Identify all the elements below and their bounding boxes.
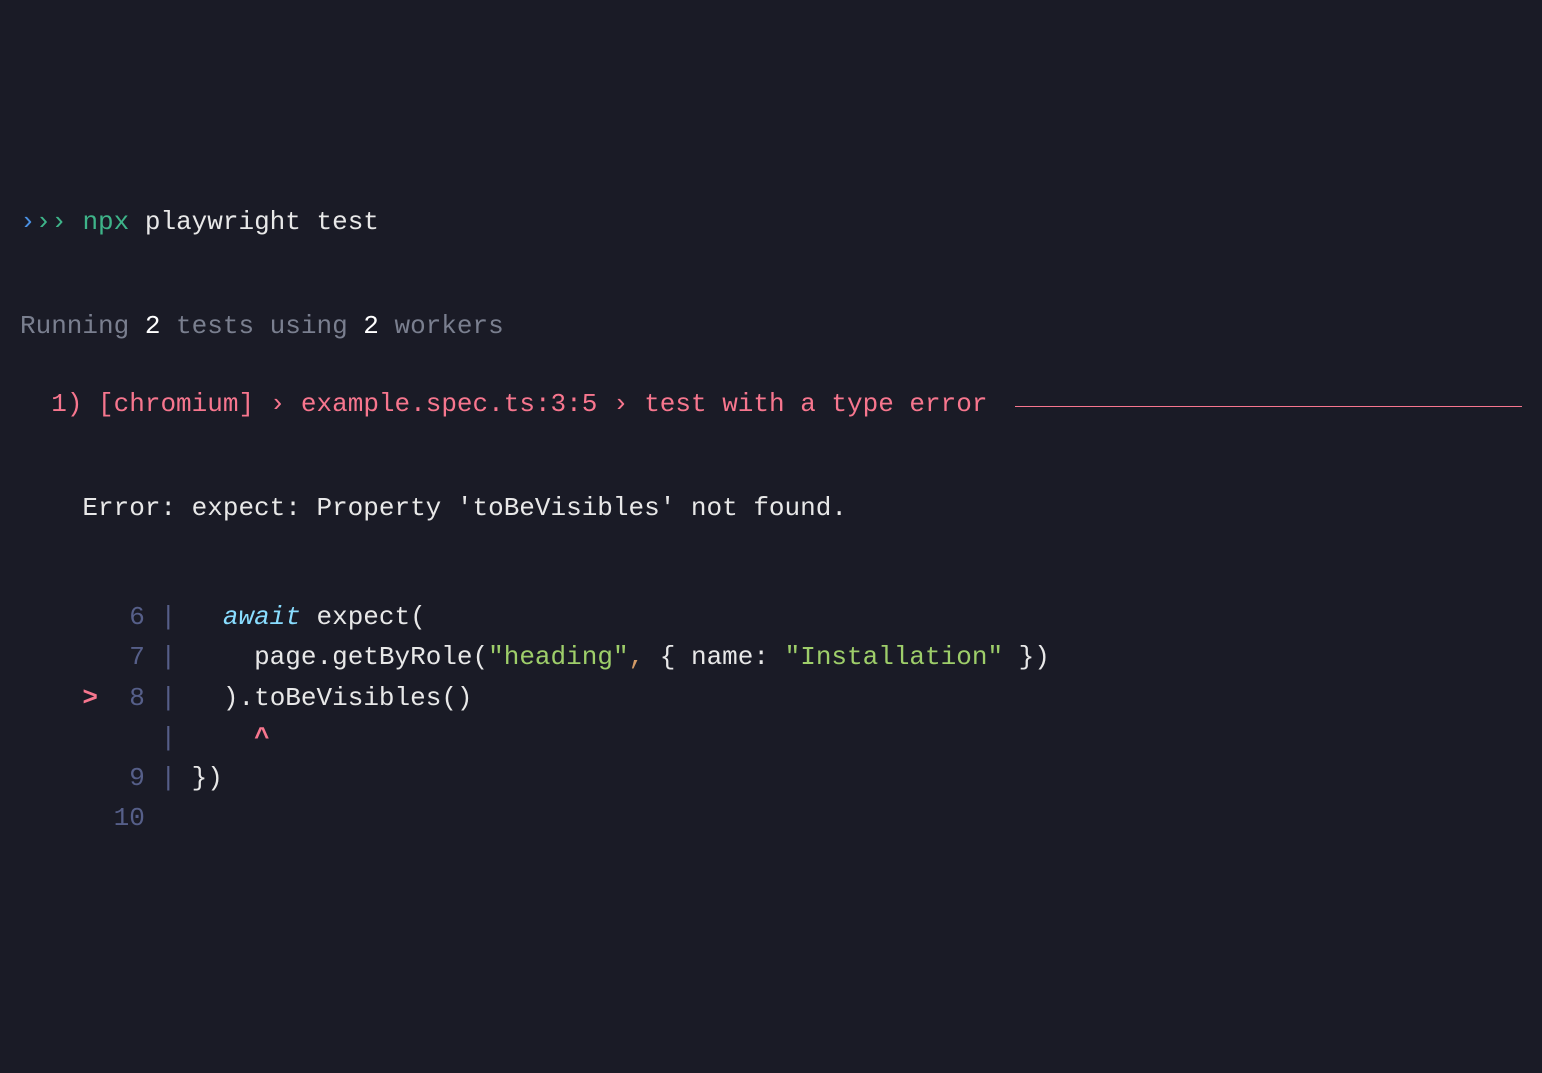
status-mid: tests using: [160, 311, 363, 341]
separator-line: [1015, 406, 1522, 407]
gutter-pipe: |: [160, 683, 176, 713]
failure-index: 1): [51, 389, 82, 419]
status-suffix: workers: [379, 311, 504, 341]
status-line: Running 2 tests using 2 workers: [20, 307, 1522, 346]
error-marker-icon: >: [82, 683, 98, 713]
gutter-pipe: |: [160, 723, 176, 753]
code-token: await: [223, 602, 301, 632]
line-number: 7: [114, 642, 145, 672]
prompt-chevron-icon: ›: [20, 207, 36, 237]
code-token: ^: [254, 723, 270, 753]
prompt-line: ››› npx playwright test: [20, 203, 1522, 242]
prompt-chevron-icon: ›: [51, 207, 67, 237]
code-token: "heading": [488, 642, 628, 672]
failure-file: example.spec.ts:3:5: [301, 389, 597, 419]
failure-title: test with a type error: [644, 389, 987, 419]
code-line: 6 | await expect(: [20, 597, 1522, 637]
status-prefix: Running: [20, 311, 145, 341]
code-token: page.getByRole(: [254, 642, 488, 672]
command-args: playwright test: [145, 207, 379, 237]
code-line: 7 | page.getByRole("heading", { name: "I…: [20, 637, 1522, 677]
chevron-icon: ›: [613, 389, 629, 419]
command-name: npx: [82, 207, 129, 237]
code-token: "Installation": [785, 642, 1003, 672]
gutter-pipe: |: [160, 642, 176, 672]
code-token: ,: [629, 642, 645, 672]
code-line: 9 | }): [20, 758, 1522, 798]
worker-count: 2: [363, 311, 379, 341]
error-text: Error: expect: Property 'toBeVisibles' n…: [82, 493, 847, 523]
code-line: > 8 | ).toBeVisibles(): [20, 678, 1522, 718]
error-message: Error: expect: Property 'toBeVisibles' n…: [20, 489, 1522, 528]
code-token: { name:: [644, 642, 784, 672]
code-token: ).toBeVisibles(): [223, 683, 473, 713]
code-line: 10: [20, 798, 1522, 838]
chevron-icon: ›: [270, 389, 286, 419]
gutter-pipe: |: [160, 602, 176, 632]
code-token: expect(: [301, 602, 426, 632]
line-number: 8: [114, 683, 145, 713]
line-number: [114, 723, 145, 753]
line-number: 6: [114, 602, 145, 632]
failure-header: 1) [chromium] › example.spec.ts:3:5 › te…: [20, 385, 1522, 424]
code-token: }): [1003, 642, 1050, 672]
test-count: 2: [145, 311, 161, 341]
code-line: | ^: [20, 718, 1522, 758]
code-snippet: 6 | await expect( 7 | page.getByRole("he…: [20, 597, 1522, 839]
gutter-pipe: |: [160, 763, 176, 793]
prompt-chevron-icon: ›: [36, 207, 52, 237]
terminal-output: ››› npx playwright test Running 2 tests …: [20, 164, 1522, 878]
code-token: }): [192, 763, 223, 793]
line-number: 10: [114, 803, 145, 833]
line-number: 9: [114, 763, 145, 793]
failure-browser: [chromium]: [98, 389, 254, 419]
